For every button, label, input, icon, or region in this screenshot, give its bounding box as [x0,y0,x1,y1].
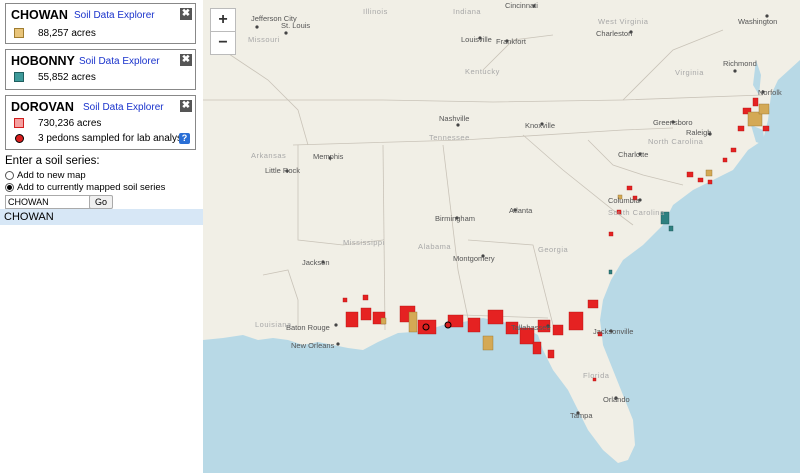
city-label: Charlotte [618,150,648,159]
state-label: Florida [583,371,610,380]
radio-add-new-map[interactable]: Add to new map [5,170,86,181]
series-title: CHOWAN [11,8,68,22]
city-label: Baton Rouge [286,323,330,332]
radio-add-current[interactable]: Add to currently mapped soil series [5,182,165,193]
series-card-chowan: CHOWAN Soil Data Explorer ✖ 88,257 acres [5,3,196,44]
city-label: Jackson [302,258,330,267]
city-label: Greensboro [653,118,693,127]
state-label: Kentucky [465,67,500,76]
series-title: DOROVAN [11,100,74,114]
state-label: Tennessee [429,133,470,142]
state-label: North Carolina [648,137,704,146]
state-label: South Carolina [608,208,665,217]
close-icon[interactable]: ✖ [180,54,192,66]
search-label: Enter a soil series: [5,155,100,167]
city-label: Cincinnati [505,1,538,10]
acres-text: 55,852 acres [38,72,96,83]
city-label: Richmond [723,59,757,68]
city-label: Montgomery [453,254,495,263]
city-label: New Orleans [291,341,335,350]
map-view[interactable]: Jefferson City St. Louis Cincinnati Wash… [203,0,800,473]
city-label: Orlando [603,395,630,404]
series-title: HOBONNY [11,54,75,68]
city-label: Raleigh [686,128,711,137]
close-icon[interactable]: ✖ [180,8,192,20]
autocomplete-suggestion[interactable]: CHOWAN [0,209,203,225]
state-label: Illinois [363,7,388,16]
state-label: Mississippi [343,238,385,247]
city-label: Frankfort [496,37,527,46]
state-label: Alabama [418,242,451,251]
city-label: Tampa [570,411,593,420]
acres-text: 88,257 acres [38,28,96,39]
city-label: Nashville [439,114,469,123]
go-button[interactable]: Go [89,195,114,209]
soil-data-explorer-link[interactable]: Soil Data Explorer [79,56,160,67]
city-label: Louisville [461,35,492,44]
legend-swatch [14,72,24,82]
legend-swatch [14,28,24,38]
city-label: Jacksonville [593,327,633,336]
zoom-out-button[interactable]: − [210,31,236,55]
city-label: Atlanta [509,206,533,215]
state-label: Georgia [538,245,569,254]
sidebar: CHOWAN Soil Data Explorer ✖ 88,257 acres… [0,0,203,473]
state-label: Louisiana [255,320,292,329]
city-label: Knoxville [525,121,555,130]
pedon-dot-icon [15,134,24,143]
city-label: Tallahassee [511,323,551,332]
radio-label: Add to currently mapped soil series [17,182,166,193]
radio-button[interactable] [5,183,14,192]
state-label: Indiana [453,7,481,16]
city-label: Charleston [596,29,632,38]
state-label: Virginia [675,68,704,77]
city-label: Norfolk [758,88,782,97]
city-label: St. Louis [281,21,310,30]
state-label: West Virginia [598,17,649,26]
radio-button[interactable] [5,171,14,180]
soil-data-explorer-link[interactable]: Soil Data Explorer [74,10,155,21]
zoom-in-button[interactable]: + [210,8,236,32]
help-icon[interactable]: ? [179,133,190,144]
soil-series-input[interactable] [5,195,91,209]
close-icon[interactable]: ✖ [180,100,192,112]
soil-data-explorer-link[interactable]: Soil Data Explorer [83,102,164,113]
acres-text: 730,236 acres [38,118,102,129]
series-card-hobonny: HOBONNY Soil Data Explorer ✖ 55,852 acre… [5,49,196,90]
city-label: Memphis [313,152,344,161]
map-canvas[interactable]: Jefferson City St. Louis Cincinnati Wash… [203,0,800,473]
state-label: Arkansas [251,151,286,160]
city-label: Columbia [608,196,641,205]
pedons-text: 3 pedons sampled for lab analysis [38,133,190,144]
series-card-dorovan: DOROVAN Soil Data Explorer ✖ 730,236 acr… [5,95,196,150]
radio-label: Add to new map [17,170,86,181]
legend-swatch [14,118,24,128]
state-label: Missouri [248,35,280,44]
city-label: Birmingham [435,214,475,223]
city-label: Washington [738,17,777,26]
city-label: Little Rock [265,166,300,175]
